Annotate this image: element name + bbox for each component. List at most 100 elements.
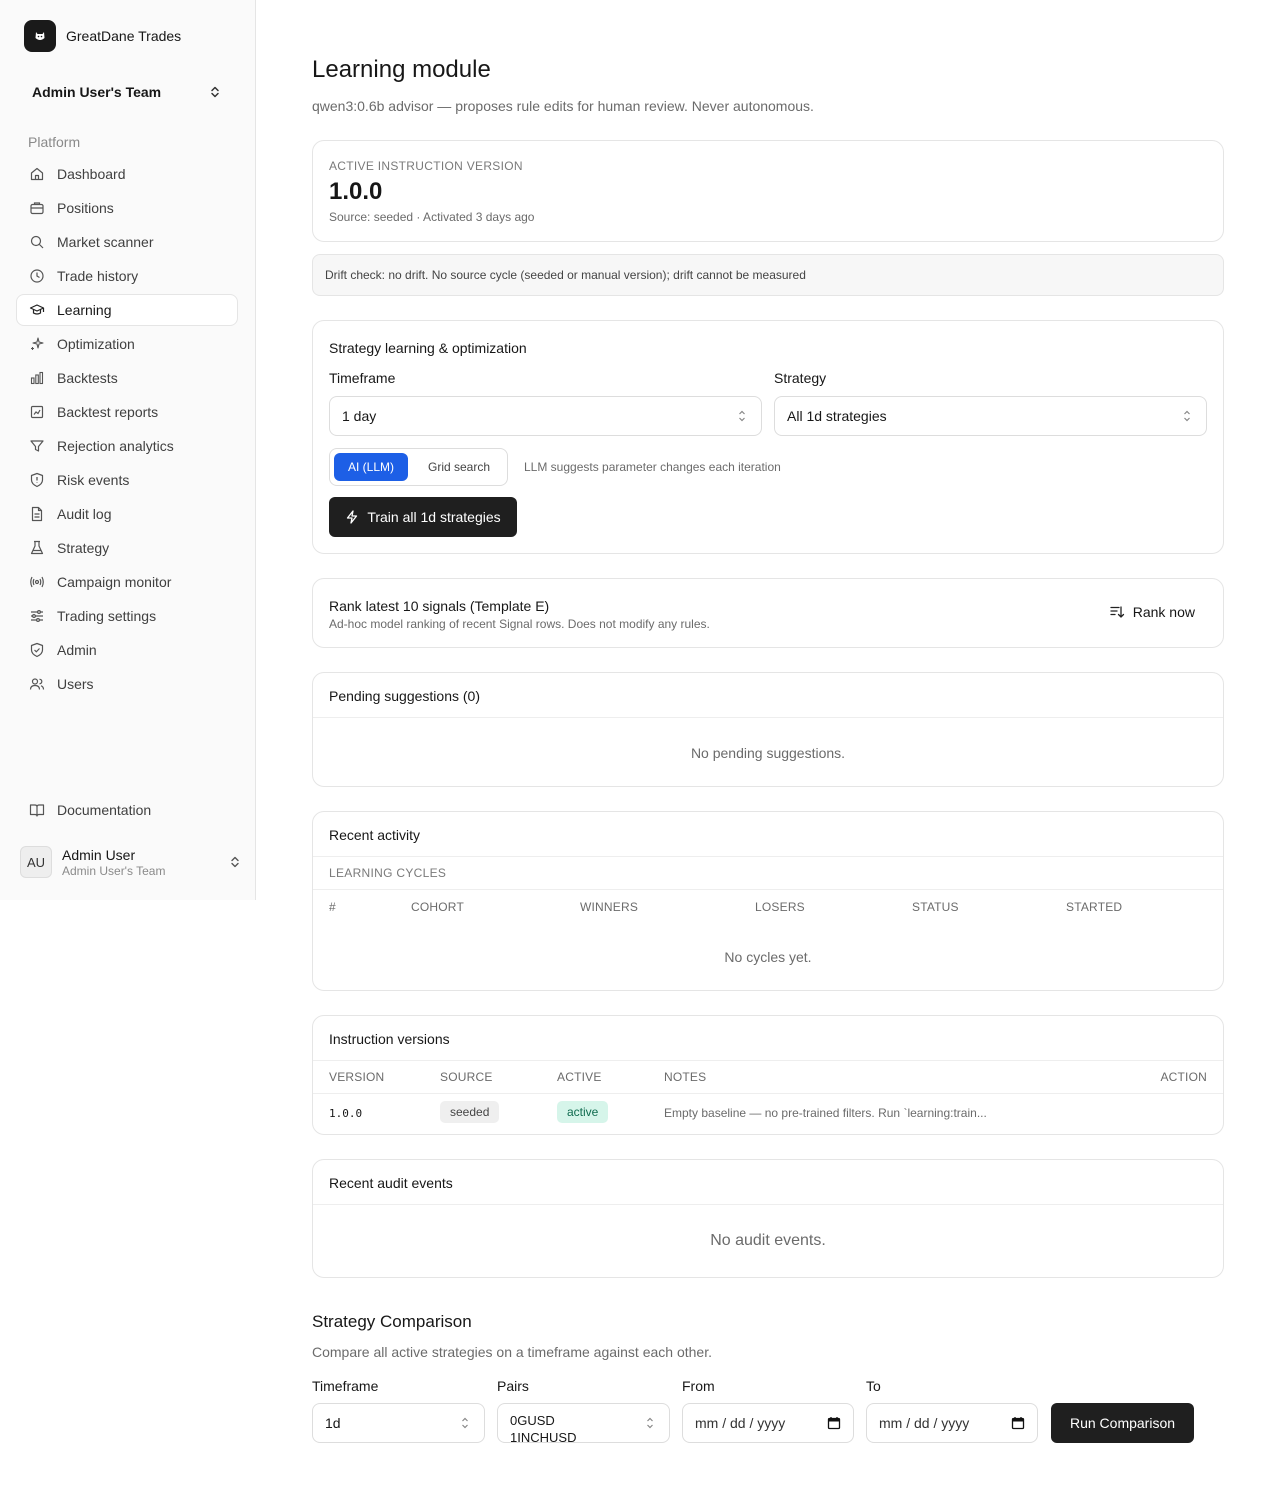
recent-activity-card: Recent activity Learning cycles # Cohort… bbox=[312, 811, 1224, 991]
comparison-timeframe-label: Timeframe bbox=[312, 1378, 379, 1394]
page-header: Learning module qwen3:0.6b advisor — pro… bbox=[312, 56, 1224, 114]
sidebar-item-trade-history[interactable]: Trade history bbox=[16, 260, 238, 292]
shield-alert-icon bbox=[30, 472, 44, 488]
sidebar-item-label: Backtests bbox=[57, 370, 118, 386]
calendar-icon[interactable] bbox=[1011, 1416, 1025, 1430]
user-menu[interactable]: AU Admin User Admin User's Team bbox=[20, 846, 242, 878]
page-title: Learning module bbox=[312, 56, 491, 83]
sidebar-item-label: Users bbox=[57, 676, 94, 692]
run-comparison-button[interactable]: Run Comparison bbox=[1051, 1403, 1194, 1443]
sidebar-item-label: Admin bbox=[57, 642, 97, 658]
train-all-label: Train all 1d strategies bbox=[367, 509, 501, 525]
from-date-placeholder: mm / dd / yyyy bbox=[695, 1415, 786, 1431]
comparison-title: Strategy Comparison bbox=[312, 1312, 472, 1331]
documentation-link[interactable]: Documentation bbox=[16, 794, 238, 828]
calendar-icon[interactable] bbox=[827, 1416, 841, 1430]
rank-now-label: Rank now bbox=[1132, 604, 1195, 620]
radio-icon bbox=[30, 576, 44, 588]
sidebar-item-backtest-reports[interactable]: Backtest reports bbox=[16, 396, 238, 428]
instruction-versions-card: Instruction versions Version Source Acti… bbox=[312, 1015, 1224, 1135]
chevrons-up-down-icon bbox=[1184, 410, 1190, 422]
pair-option[interactable]: 1INCHUSD bbox=[510, 1429, 657, 1442]
file-icon bbox=[31, 506, 43, 522]
pairs-multiselect[interactable]: 0GUSD 1INCHUSD bbox=[497, 1403, 670, 1443]
nav-heading-platform: Platform bbox=[28, 134, 81, 150]
sidebar-item-admin[interactable]: Admin bbox=[16, 634, 238, 666]
sidebar-item-label: Optimization bbox=[57, 336, 135, 352]
rank-now-button[interactable]: Rank now bbox=[1097, 596, 1207, 628]
train-all-button[interactable]: Train all 1d strategies bbox=[329, 497, 517, 537]
sidebar-item-label: Positions bbox=[57, 200, 114, 216]
lightning-icon bbox=[347, 510, 358, 524]
to-date-placeholder: mm / dd / yyyy bbox=[879, 1415, 970, 1431]
audit-title: Recent audit events bbox=[329, 1175, 453, 1191]
sidebar-item-label: Dashboard bbox=[57, 166, 126, 182]
to-date-input[interactable]: mm / dd / yyyy bbox=[866, 1403, 1038, 1443]
optimization-title: Strategy learning & optimization bbox=[329, 340, 527, 356]
sidebar-item-trading-settings[interactable]: Trading settings bbox=[16, 600, 238, 632]
pair-option[interactable]: 0GUSD bbox=[510, 1412, 657, 1429]
column-header: Winners bbox=[580, 900, 639, 914]
users-icon bbox=[29, 678, 45, 690]
mode-grid-button[interactable]: Grid search bbox=[416, 453, 502, 481]
mode-ai-button[interactable]: AI (LLM) bbox=[334, 453, 408, 481]
comparison-timeframe-select[interactable]: 1d bbox=[312, 1403, 485, 1443]
table-row: 1.0.0 seeded active Empty baseline — no … bbox=[313, 1100, 1223, 1128]
drift-check-banner: Drift check: no drift. No source cycle (… bbox=[312, 254, 1224, 296]
strategy-select[interactable]: All 1d strategies bbox=[774, 396, 1207, 436]
search-icon bbox=[30, 235, 44, 249]
active-version-caption: Active instruction version bbox=[329, 159, 523, 173]
dog-logo-icon bbox=[24, 20, 56, 52]
strategy-comparison-section: Strategy Comparison Compare all active s… bbox=[312, 1312, 1224, 1452]
sidebar-item-risk-events[interactable]: Risk events bbox=[16, 464, 238, 496]
graduation-cap-icon bbox=[29, 304, 45, 315]
timeframe-select[interactable]: 1 day bbox=[329, 396, 762, 436]
sidebar-item-label: Trade history bbox=[57, 268, 139, 284]
sidebar-item-audit-log[interactable]: Audit log bbox=[16, 498, 238, 530]
sidebar-item-market-scanner[interactable]: Market scanner bbox=[16, 226, 238, 258]
pairs-label: Pairs bbox=[497, 1378, 529, 1394]
activity-title: Recent activity bbox=[329, 827, 421, 843]
sidebar-item-rejection-analytics[interactable]: Rejection analytics bbox=[16, 430, 238, 462]
team-switcher[interactable]: Admin User's Team bbox=[16, 74, 238, 110]
sidebar-item-users[interactable]: Users bbox=[16, 668, 238, 700]
sidebar-item-campaign-monitor[interactable]: Campaign monitor bbox=[16, 566, 238, 598]
from-label: From bbox=[682, 1378, 715, 1394]
source-badge: seeded bbox=[440, 1101, 500, 1123]
active-version-meta: Source: seeded · Activated 3 days ago bbox=[329, 210, 535, 224]
sidebar-item-strategy[interactable]: Strategy bbox=[16, 532, 238, 564]
report-icon bbox=[30, 405, 44, 419]
column-header: Started bbox=[1066, 900, 1123, 914]
sidebar-item-dashboard[interactable]: Dashboard bbox=[16, 158, 238, 190]
comparison-timeframe-value: 1d bbox=[325, 1415, 341, 1431]
strategy-value: All 1d strategies bbox=[787, 408, 887, 424]
sidebar-item-label: Audit log bbox=[57, 506, 112, 522]
to-label: To bbox=[866, 1378, 881, 1394]
sidebar-item-label: Strategy bbox=[57, 540, 110, 556]
sidebar-item-learning[interactable]: Learning bbox=[16, 294, 238, 326]
activity-empty: No cycles yet. bbox=[724, 949, 812, 965]
column-header: Status bbox=[912, 900, 959, 914]
sidebar-item-backtests[interactable]: Backtests bbox=[16, 362, 238, 394]
shield-check-icon bbox=[30, 642, 44, 658]
sidebar-item-label: Trading settings bbox=[57, 608, 157, 624]
active-version-card: Active instruction version 1.0.0 Source:… bbox=[312, 140, 1224, 242]
comparison-subtitle: Compare all active strategies on a timef… bbox=[312, 1344, 712, 1360]
rank-signals-card: Rank latest 10 signals (Template E) Ad-h… bbox=[312, 578, 1224, 648]
avatar: AU bbox=[20, 846, 52, 878]
bar-chart-icon bbox=[30, 371, 44, 385]
rank-title: Rank latest 10 signals (Template E) bbox=[329, 598, 550, 614]
sidebar-item-label: Campaign monitor bbox=[57, 574, 172, 590]
brand-name: GreatDane Trades bbox=[66, 28, 182, 44]
sidebar-item-label: Risk events bbox=[57, 472, 130, 488]
sidebar-item-positions[interactable]: Positions bbox=[16, 192, 238, 224]
from-date-input[interactable]: mm / dd / yyyy bbox=[682, 1403, 854, 1443]
audit-events-card: Recent audit events No audit events. bbox=[312, 1159, 1224, 1278]
sidebar-item-optimization[interactable]: Optimization bbox=[16, 328, 238, 360]
timeframe-value: 1 day bbox=[342, 408, 377, 424]
chevrons-up-down-icon bbox=[231, 856, 239, 868]
column-header: # bbox=[329, 900, 336, 914]
team-name: Admin User's Team bbox=[32, 84, 162, 100]
brand[interactable]: GreatDane Trades bbox=[24, 20, 181, 52]
versions-table-header: Version Source Active Notes Action bbox=[313, 1070, 1223, 1086]
